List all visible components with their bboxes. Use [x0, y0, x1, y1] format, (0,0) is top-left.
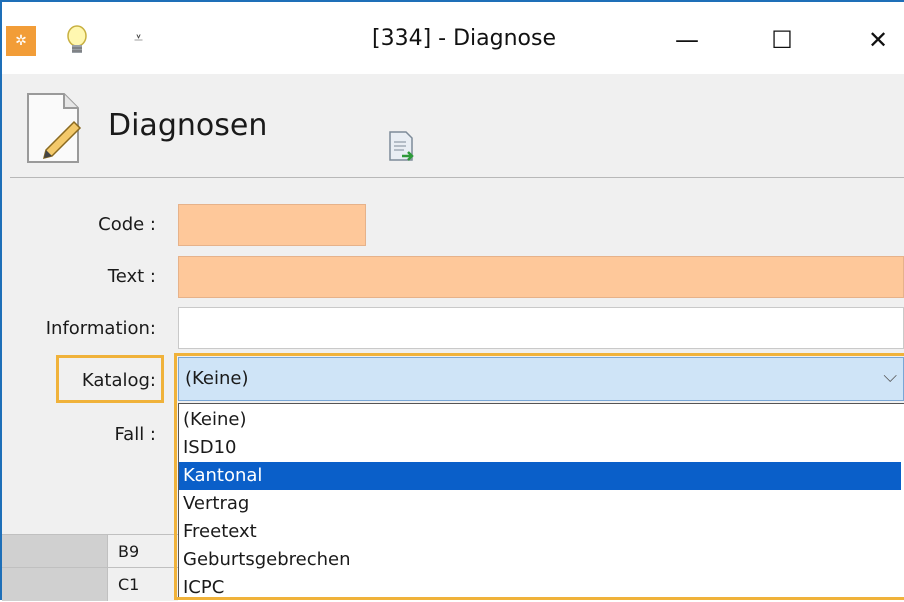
- page-title: Diagnosen: [108, 108, 268, 143]
- text-field[interactable]: [178, 256, 904, 298]
- table-cell[interactable]: C1: [107, 568, 178, 601]
- information-field[interactable]: [178, 307, 904, 349]
- background-table: B9 C1: [2, 534, 178, 601]
- close-button[interactable]: ✕: [848, 16, 904, 64]
- text-label: Text :: [107, 266, 156, 287]
- katalog-label: Katalog:: [81, 370, 156, 391]
- import-document-icon[interactable]: [386, 130, 416, 164]
- table-cell[interactable]: B9: [107, 535, 178, 568]
- table-row[interactable]: C1: [2, 567, 178, 601]
- table-row[interactable]: B9: [2, 534, 178, 568]
- document-edit-icon: [27, 93, 82, 163]
- information-label: Information:: [45, 318, 156, 339]
- code-label: Code :: [98, 214, 156, 235]
- minimize-button[interactable]: —: [657, 16, 717, 64]
- header-divider: [10, 177, 904, 178]
- quick-access-dropdown-icon[interactable]: ⩡: [134, 28, 143, 48]
- lightbulb-icon[interactable]: [60, 22, 94, 60]
- maximize-button[interactable]: ☐: [752, 16, 812, 64]
- code-field[interactable]: [178, 204, 366, 246]
- fall-label: Fall :: [114, 424, 156, 445]
- katalog-dropdown-highlight: [174, 353, 904, 600]
- window-title: [334] - Diagnose: [372, 26, 556, 51]
- app-logo-icon[interactable]: ✲: [6, 26, 36, 56]
- title-bar: ✲ ⩡ [334] - Diagnose — ☐ ✕: [2, 2, 904, 74]
